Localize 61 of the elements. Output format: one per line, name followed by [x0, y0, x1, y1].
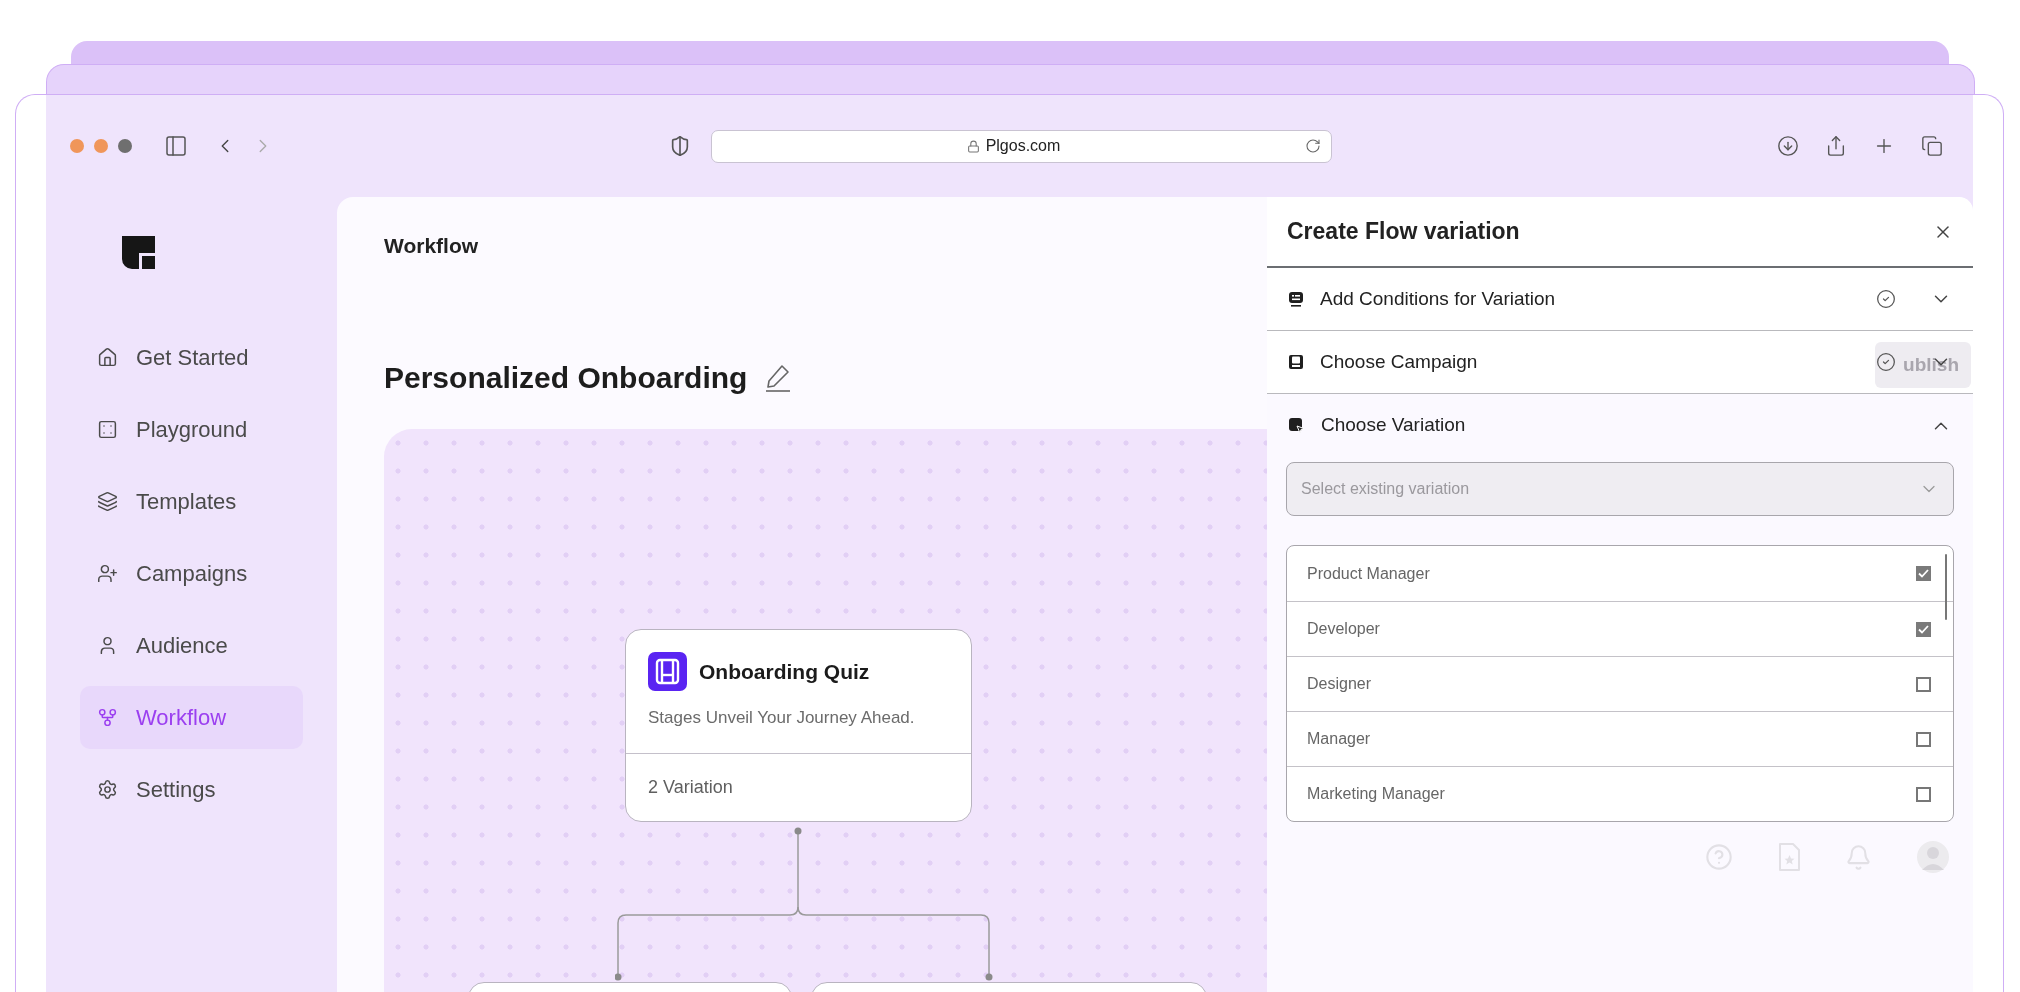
url-text: Plgos.com [985, 136, 1061, 156]
quiz-icon [648, 652, 687, 691]
checkbox[interactable] [1916, 566, 1931, 581]
logo-icon [122, 236, 155, 269]
option-row[interactable]: Product Manager [1287, 546, 1953, 601]
option-row[interactable]: Manager [1287, 711, 1953, 766]
address-bar[interactable]: Plgos.com [711, 129, 1332, 163]
checkbox[interactable] [1916, 621, 1931, 637]
user-plus-icon [97, 563, 118, 584]
download-icon[interactable] [1777, 135, 1799, 157]
checkbox[interactable] [1916, 786, 1931, 802]
sidebar-item[interactable]: Audience [80, 614, 303, 677]
section-label: Add Conditions for Variation [1320, 286, 1556, 311]
option-row[interactable]: Designer [1287, 656, 1953, 711]
checkbox[interactable] [1916, 731, 1931, 747]
reload-icon[interactable] [1305, 138, 1321, 154]
shield-icon[interactable] [669, 135, 691, 157]
sidebar-item[interactable]: Templates [80, 470, 303, 533]
sidebar-item[interactable]: Settings [80, 758, 303, 821]
cursor-square-icon [1288, 417, 1305, 434]
book-icon [1288, 354, 1304, 370]
share-icon[interactable] [1825, 135, 1847, 157]
scrollbar [1945, 554, 1947, 620]
section-label: Choose Campaign [1320, 349, 1478, 374]
flow-node[interactable]: Onboarding Quiz Stages Unveil Your Journey Ahead. 2 Variation [625, 629, 972, 822]
lock-icon [966, 139, 980, 153]
settings-icon [97, 779, 118, 800]
option-label: Developer [1307, 619, 1380, 639]
pencil-icon[interactable] [765, 363, 792, 392]
select-placeholder: Select existing variation [1301, 479, 1470, 499]
checkbox[interactable] [1916, 676, 1931, 692]
check-icon [1918, 569, 1929, 578]
house-icon [97, 347, 118, 368]
file-star-icon[interactable] [1777, 842, 1801, 872]
check-circle-icon [1876, 352, 1896, 372]
sidebar-item[interactable]: Get Started [80, 326, 303, 389]
option-label: Manager [1307, 729, 1371, 749]
panel-title: Create Flow variation [1287, 217, 1520, 247]
sidebar-toggle-icon[interactable] [164, 134, 188, 158]
option-row[interactable]: Marketing Manager [1287, 766, 1953, 821]
option-label: Marketing Manager [1307, 784, 1445, 804]
node-title: Onboarding Quiz [699, 658, 870, 685]
message-icon [1288, 290, 1304, 308]
page-header: Workflow [384, 233, 480, 259]
dice-icon [97, 419, 118, 440]
node-description: Stages Unveil Your Journey Ahead. [648, 707, 916, 729]
sidebar-item[interactable]: Campaigns [80, 542, 303, 605]
fork-icon [97, 707, 118, 728]
option-row[interactable]: Developer [1287, 601, 1953, 656]
accordion-header[interactable]: Choose Variation [1267, 394, 1973, 457]
sidebar-item[interactable]: Playground [80, 398, 303, 461]
section-label: Choose Variation [1321, 413, 1466, 438]
tabs-icon[interactable] [1921, 135, 1943, 157]
check-circle-icon [1876, 289, 1896, 309]
node-footer: 2 Variation [626, 752, 971, 821]
option-label: Designer [1307, 674, 1372, 694]
sidebar-item[interactable]: Workflow [80, 686, 303, 749]
layers-icon [97, 491, 118, 512]
check-icon [1918, 624, 1929, 634]
option-label: Product Manager [1307, 563, 1430, 584]
workflow-title: Personalized Onboarding [384, 360, 748, 396]
